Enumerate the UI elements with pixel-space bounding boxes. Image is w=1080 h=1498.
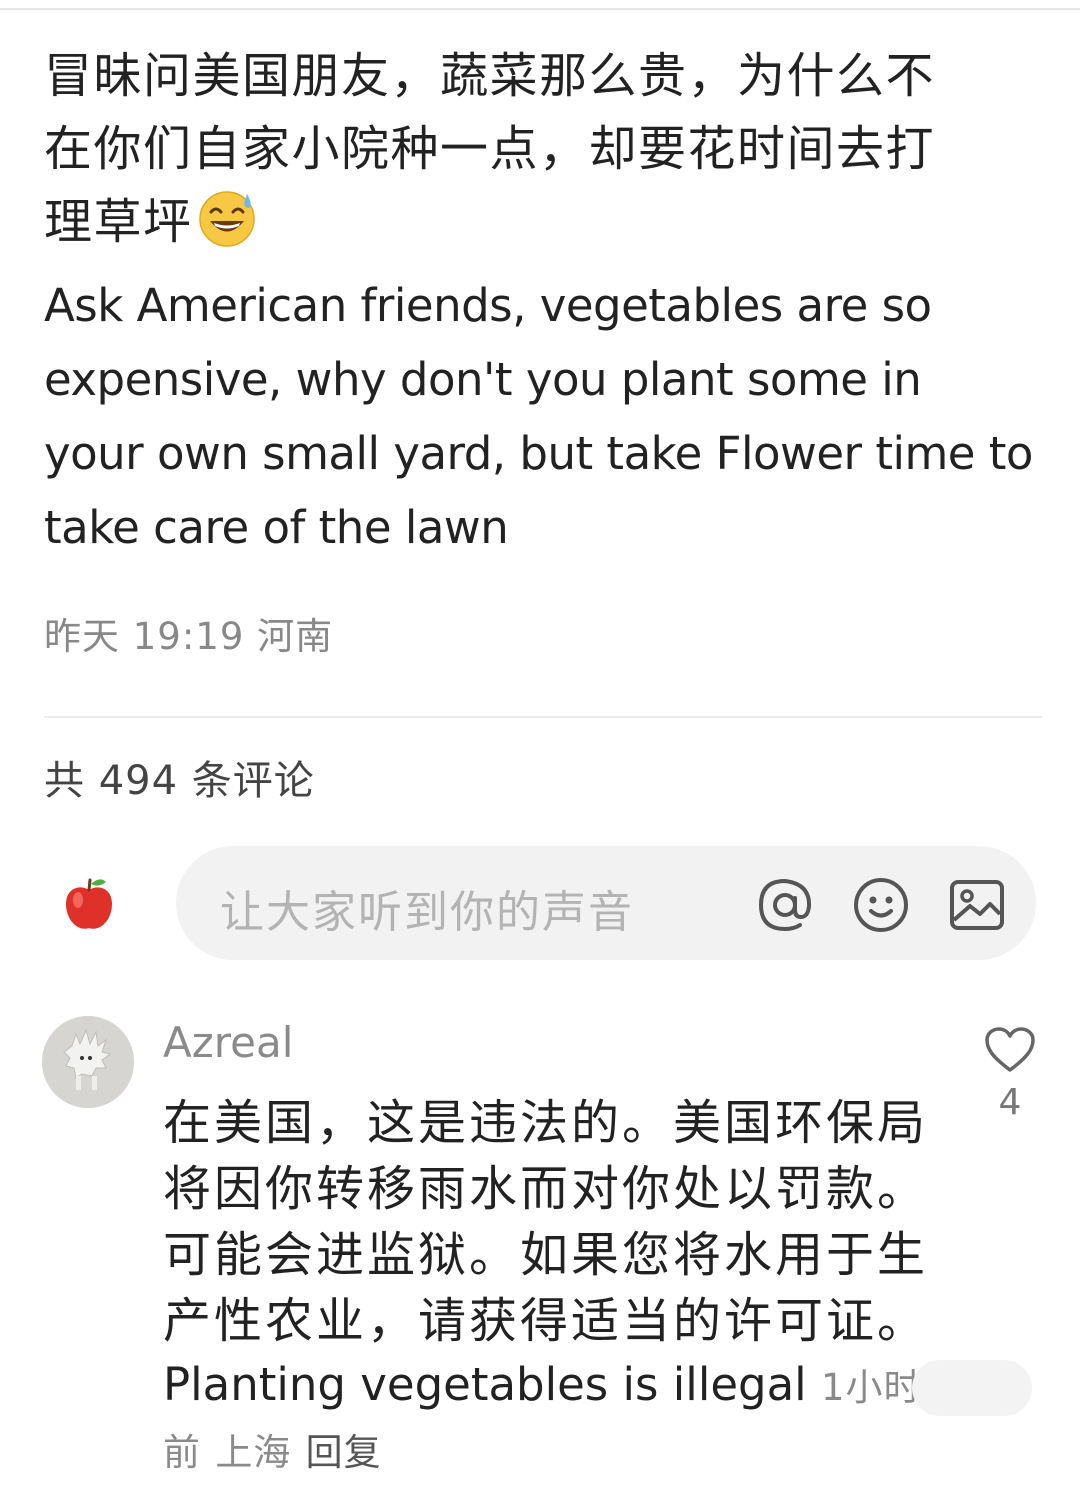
- heart-outline-icon[interactable]: [984, 1027, 1036, 1078]
- post-body: 冒昧问美国朋友，蔬菜那么贵，为什么不 在你们自家小院种一点，却要花时间去打 理草…: [44, 40, 1034, 565]
- post-time: 昨天 19:19: [44, 615, 245, 658]
- comment-tail: Planting vegetables is illegal 1小时前 上海 回…: [163, 1354, 923, 1484]
- post-text-line-1: 冒昧问美国朋友，蔬菜那么贵，为什么不: [44, 48, 936, 104]
- post-text-line-3-text: 理草坪: [44, 194, 193, 250]
- image-icon[interactable]: [948, 876, 1006, 934]
- post-text-english: Ask American friends, vegetables are so …: [44, 279, 1033, 554]
- post-text-chinese: 冒昧问美国朋友，蔬菜那么贵，为什么不 在你们自家小院种一点，却要花时间去打 理草…: [44, 40, 1034, 269]
- comment-input-row: 让大家听到你的声音: [0, 846, 1080, 962]
- comment-text-english: Planting vegetables is illegal: [163, 1358, 807, 1411]
- comment-count: 共 494 条评论: [44, 758, 315, 804]
- like-button[interactable]: 4: [980, 1026, 1040, 1123]
- post-text-line-3: 理草坪: [44, 186, 1034, 269]
- top-border: [0, 8, 1080, 10]
- post-meta: 昨天 19:19 河南: [44, 606, 333, 660]
- divider: [44, 716, 1042, 718]
- at-icon[interactable]: [756, 876, 814, 934]
- post-location: 河南: [257, 615, 334, 658]
- comment-text-chinese: 在美国，这是违法的。美国环保局将因你转移雨水而对你处以罚款。可能会进监狱。如果您…: [163, 1095, 929, 1349]
- faded-overlay-button: [912, 1360, 1032, 1416]
- comment-input[interactable]: 让大家听到你的声音: [176, 846, 1036, 960]
- comment-input-placeholder: 让大家听到你的声音: [220, 887, 634, 938]
- smiley-icon[interactable]: [852, 876, 910, 934]
- comment-location: 上海: [215, 1431, 292, 1474]
- sweat-smile-emoji-icon: [197, 188, 257, 269]
- like-count: 4: [998, 1082, 1022, 1123]
- apple-icon: [60, 876, 118, 934]
- reply-button[interactable]: 回复: [306, 1431, 382, 1474]
- avatar[interactable]: [42, 1016, 134, 1108]
- post-text-line-2: 在你们自家小院种一点，却要花时间去打: [44, 121, 936, 177]
- comment-author[interactable]: Azreal: [163, 1018, 293, 1067]
